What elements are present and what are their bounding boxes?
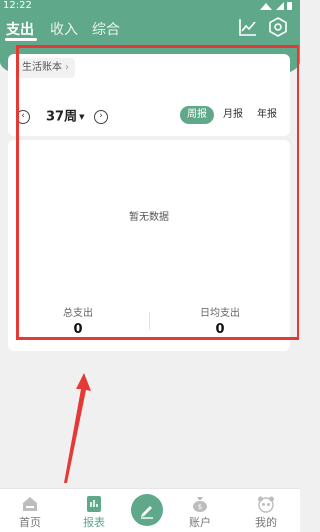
nav-home-label: 首页	[19, 516, 41, 529]
nav-account-label: 账户	[189, 516, 211, 529]
add-record-button[interactable]	[131, 494, 163, 526]
settings-hexagon-icon[interactable]	[268, 17, 288, 37]
tab-expense[interactable]: 支出	[6, 20, 34, 40]
nav-account[interactable]: $ 账户	[180, 495, 220, 530]
line-chart-icon[interactable]	[238, 17, 258, 37]
nav-report[interactable]: 报表	[74, 495, 114, 530]
status-bar: 12:22	[0, 0, 300, 12]
nav-report-label: 报表	[83, 516, 105, 529]
nav-profile[interactable]: 我的	[246, 495, 286, 530]
home-icon	[23, 497, 37, 511]
wifi-icon	[260, 3, 272, 10]
tab-income[interactable]: 收入	[50, 20, 78, 40]
arrow-icon	[64, 373, 91, 483]
highlight-box	[16, 45, 299, 340]
nav-profile-label: 我的	[255, 516, 277, 529]
tab-overall[interactable]: 综合	[92, 20, 120, 40]
status-icons	[260, 2, 292, 10]
svg-text:$: $	[198, 503, 202, 511]
edit-pencil-icon	[141, 506, 153, 519]
battery-icon	[287, 2, 292, 10]
status-time: 12:22	[3, 0, 32, 11]
signal-icon	[276, 2, 284, 10]
tab-underline	[5, 38, 37, 41]
panda-profile-icon	[258, 496, 274, 513]
report-icon	[87, 496, 101, 512]
nav-home[interactable]: 首页	[10, 495, 50, 530]
money-bag-icon: $	[193, 497, 207, 512]
